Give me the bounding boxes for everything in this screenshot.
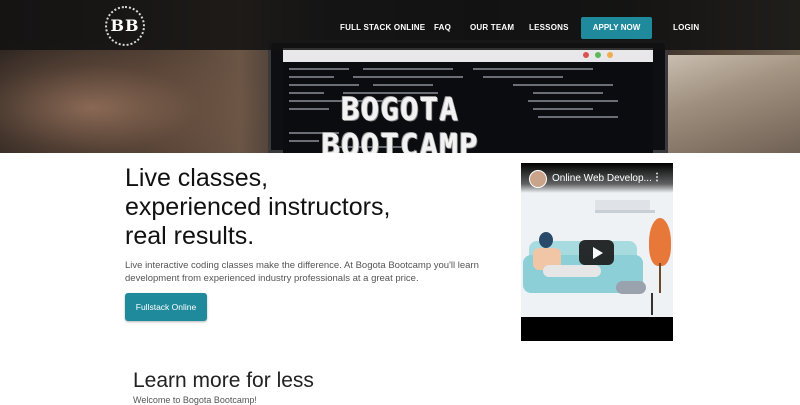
thumbnail-shelf (595, 210, 655, 213)
main-description: Live interactive coding classes make the… (125, 260, 479, 284)
nav-link-lessons[interactable]: LESSONS (529, 23, 569, 32)
video-player[interactable]: Online Web Develop... ⋮ (521, 163, 673, 341)
site-logo[interactable]: BB (105, 6, 145, 46)
thumbnail-person-legs (543, 265, 601, 277)
thumbnail-person-head (539, 232, 553, 248)
headline-line-2: experienced instructors, (125, 193, 391, 221)
headline-line-1: Live classes, (125, 164, 269, 192)
hero-laptop-toolbar (283, 48, 653, 62)
nav-link-our-team[interactable]: OUR TEAM (470, 23, 514, 32)
video-title[interactable]: Online Web Develop... (552, 173, 652, 184)
main-headline: Live classes, experienced instructors, r… (125, 164, 485, 251)
thumbnail-plant (649, 218, 671, 266)
apply-now-button[interactable]: APPLY NOW (581, 17, 652, 39)
nav-link-faq[interactable]: FAQ (434, 23, 451, 32)
hero-background-object (668, 55, 800, 153)
play-icon[interactable] (579, 240, 614, 265)
thumbnail-lamp (651, 293, 653, 315)
thumbnail-shelf-items (595, 200, 650, 210)
hero-title: BOGOTA BOOTCAMP (321, 92, 479, 153)
hero-background-person (0, 40, 260, 153)
video-title-bar: Online Web Develop... ⋮ (521, 163, 673, 193)
more-vert-icon[interactable]: ⋮ (652, 172, 662, 183)
section-title: Learn more for less (133, 369, 314, 392)
headline-line-3: real results. (125, 222, 255, 250)
channel-avatar[interactable] (529, 170, 547, 188)
thumbnail-cat (616, 281, 646, 294)
nav-link-full-stack-online[interactable]: FULL STACK ONLINE (340, 23, 425, 32)
section-subtitle: Welcome to Bogota Bootcamp! (133, 395, 257, 405)
login-link[interactable]: LOGIN (673, 23, 699, 32)
thumbnail-plant-stem (659, 263, 661, 293)
fullstack-online-button[interactable]: Fullstack Online (125, 293, 207, 321)
top-navbar: BB FULL STACK ONLINE FAQ OUR TEAM LESSON… (0, 0, 800, 50)
